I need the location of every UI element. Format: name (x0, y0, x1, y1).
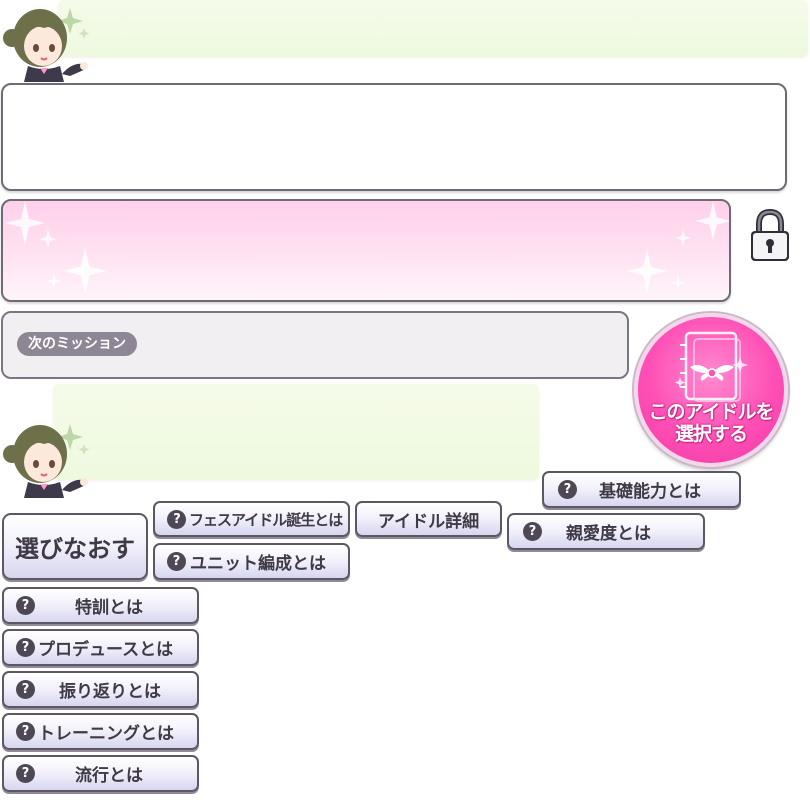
affection-help-button[interactable]: ? 親愛度とは (507, 513, 705, 550)
select-idol-label: このアイドルを 選択する (638, 401, 784, 445)
question-icon: ? (558, 480, 577, 499)
notebook-icon (674, 331, 748, 402)
basic-ability-help-button[interactable]: ? 基礎能力とは (542, 471, 741, 508)
sparkle-icon (671, 275, 685, 291)
review-label: 振り返りとは (59, 682, 161, 702)
idol-detail-button[interactable]: アイドル詳細 (355, 501, 502, 537)
question-icon: ? (167, 552, 186, 571)
sparkle-icon (39, 229, 57, 249)
special-training-label: 特訓とは (75, 598, 143, 618)
next-mission-label: 次のミッション (17, 332, 137, 356)
fes-idol-birth-label: フェスアイドル誕生とは (189, 510, 343, 529)
affection-label: 親愛度とは (566, 524, 651, 544)
pink-banner-panel (1, 199, 731, 302)
assistant-speech-bubble-top (58, 0, 808, 57)
next-mission-panel: 次のミッション (1, 311, 629, 379)
special-training-help-button[interactable]: ? 特訓とは (2, 587, 199, 624)
produce-label: プロデュースとは (38, 640, 174, 660)
question-icon: ? (16, 638, 35, 657)
basic-ability-label: 基礎能力とは (599, 482, 701, 502)
unit-formation-help-button[interactable]: ? ユニット編成とは (153, 543, 350, 580)
sparkle-icon (675, 229, 691, 247)
select-idol-label-line1: このアイドルを (648, 401, 774, 423)
question-icon: ? (16, 680, 35, 699)
training-label: トレーニングとは (38, 724, 174, 744)
sparkle-icon (627, 249, 667, 293)
select-idol-label-line2: 選択する (674, 423, 748, 445)
content-panel (1, 83, 787, 191)
lock-icon (751, 208, 789, 261)
trend-help-button[interactable]: ? 流行とは (2, 755, 199, 792)
select-idol-button[interactable]: このアイドルを 選択する (634, 313, 788, 467)
unit-formation-label: ユニット編成とは (190, 554, 326, 574)
assistant-avatar-bottom (3, 424, 90, 498)
sparkle-icon (63, 247, 107, 295)
trend-label: 流行とは (75, 766, 143, 786)
review-help-button[interactable]: ? 振り返りとは (2, 671, 199, 708)
assistant-avatar-top (3, 8, 90, 82)
question-icon: ? (16, 722, 35, 741)
question-icon: ? (16, 596, 35, 615)
reselect-button-label: 選びなおす (15, 535, 135, 563)
idol-detail-label: アイドル詳細 (377, 511, 480, 532)
sparkle-icon (47, 273, 61, 289)
question-icon: ? (523, 522, 542, 541)
question-icon: ? (16, 764, 35, 783)
training-help-button[interactable]: ? トレーニングとは (2, 713, 199, 750)
produce-help-button[interactable]: ? プロデュースとは (2, 629, 199, 666)
question-icon: ? (167, 509, 186, 529)
assistant-speech-bubble-bottom (53, 384, 539, 480)
reselect-button[interactable]: 選びなおす (2, 513, 148, 580)
fes-idol-birth-help-button[interactable]: ? フェスアイドル誕生とは (153, 501, 350, 537)
sparkle-icon (695, 201, 729, 241)
